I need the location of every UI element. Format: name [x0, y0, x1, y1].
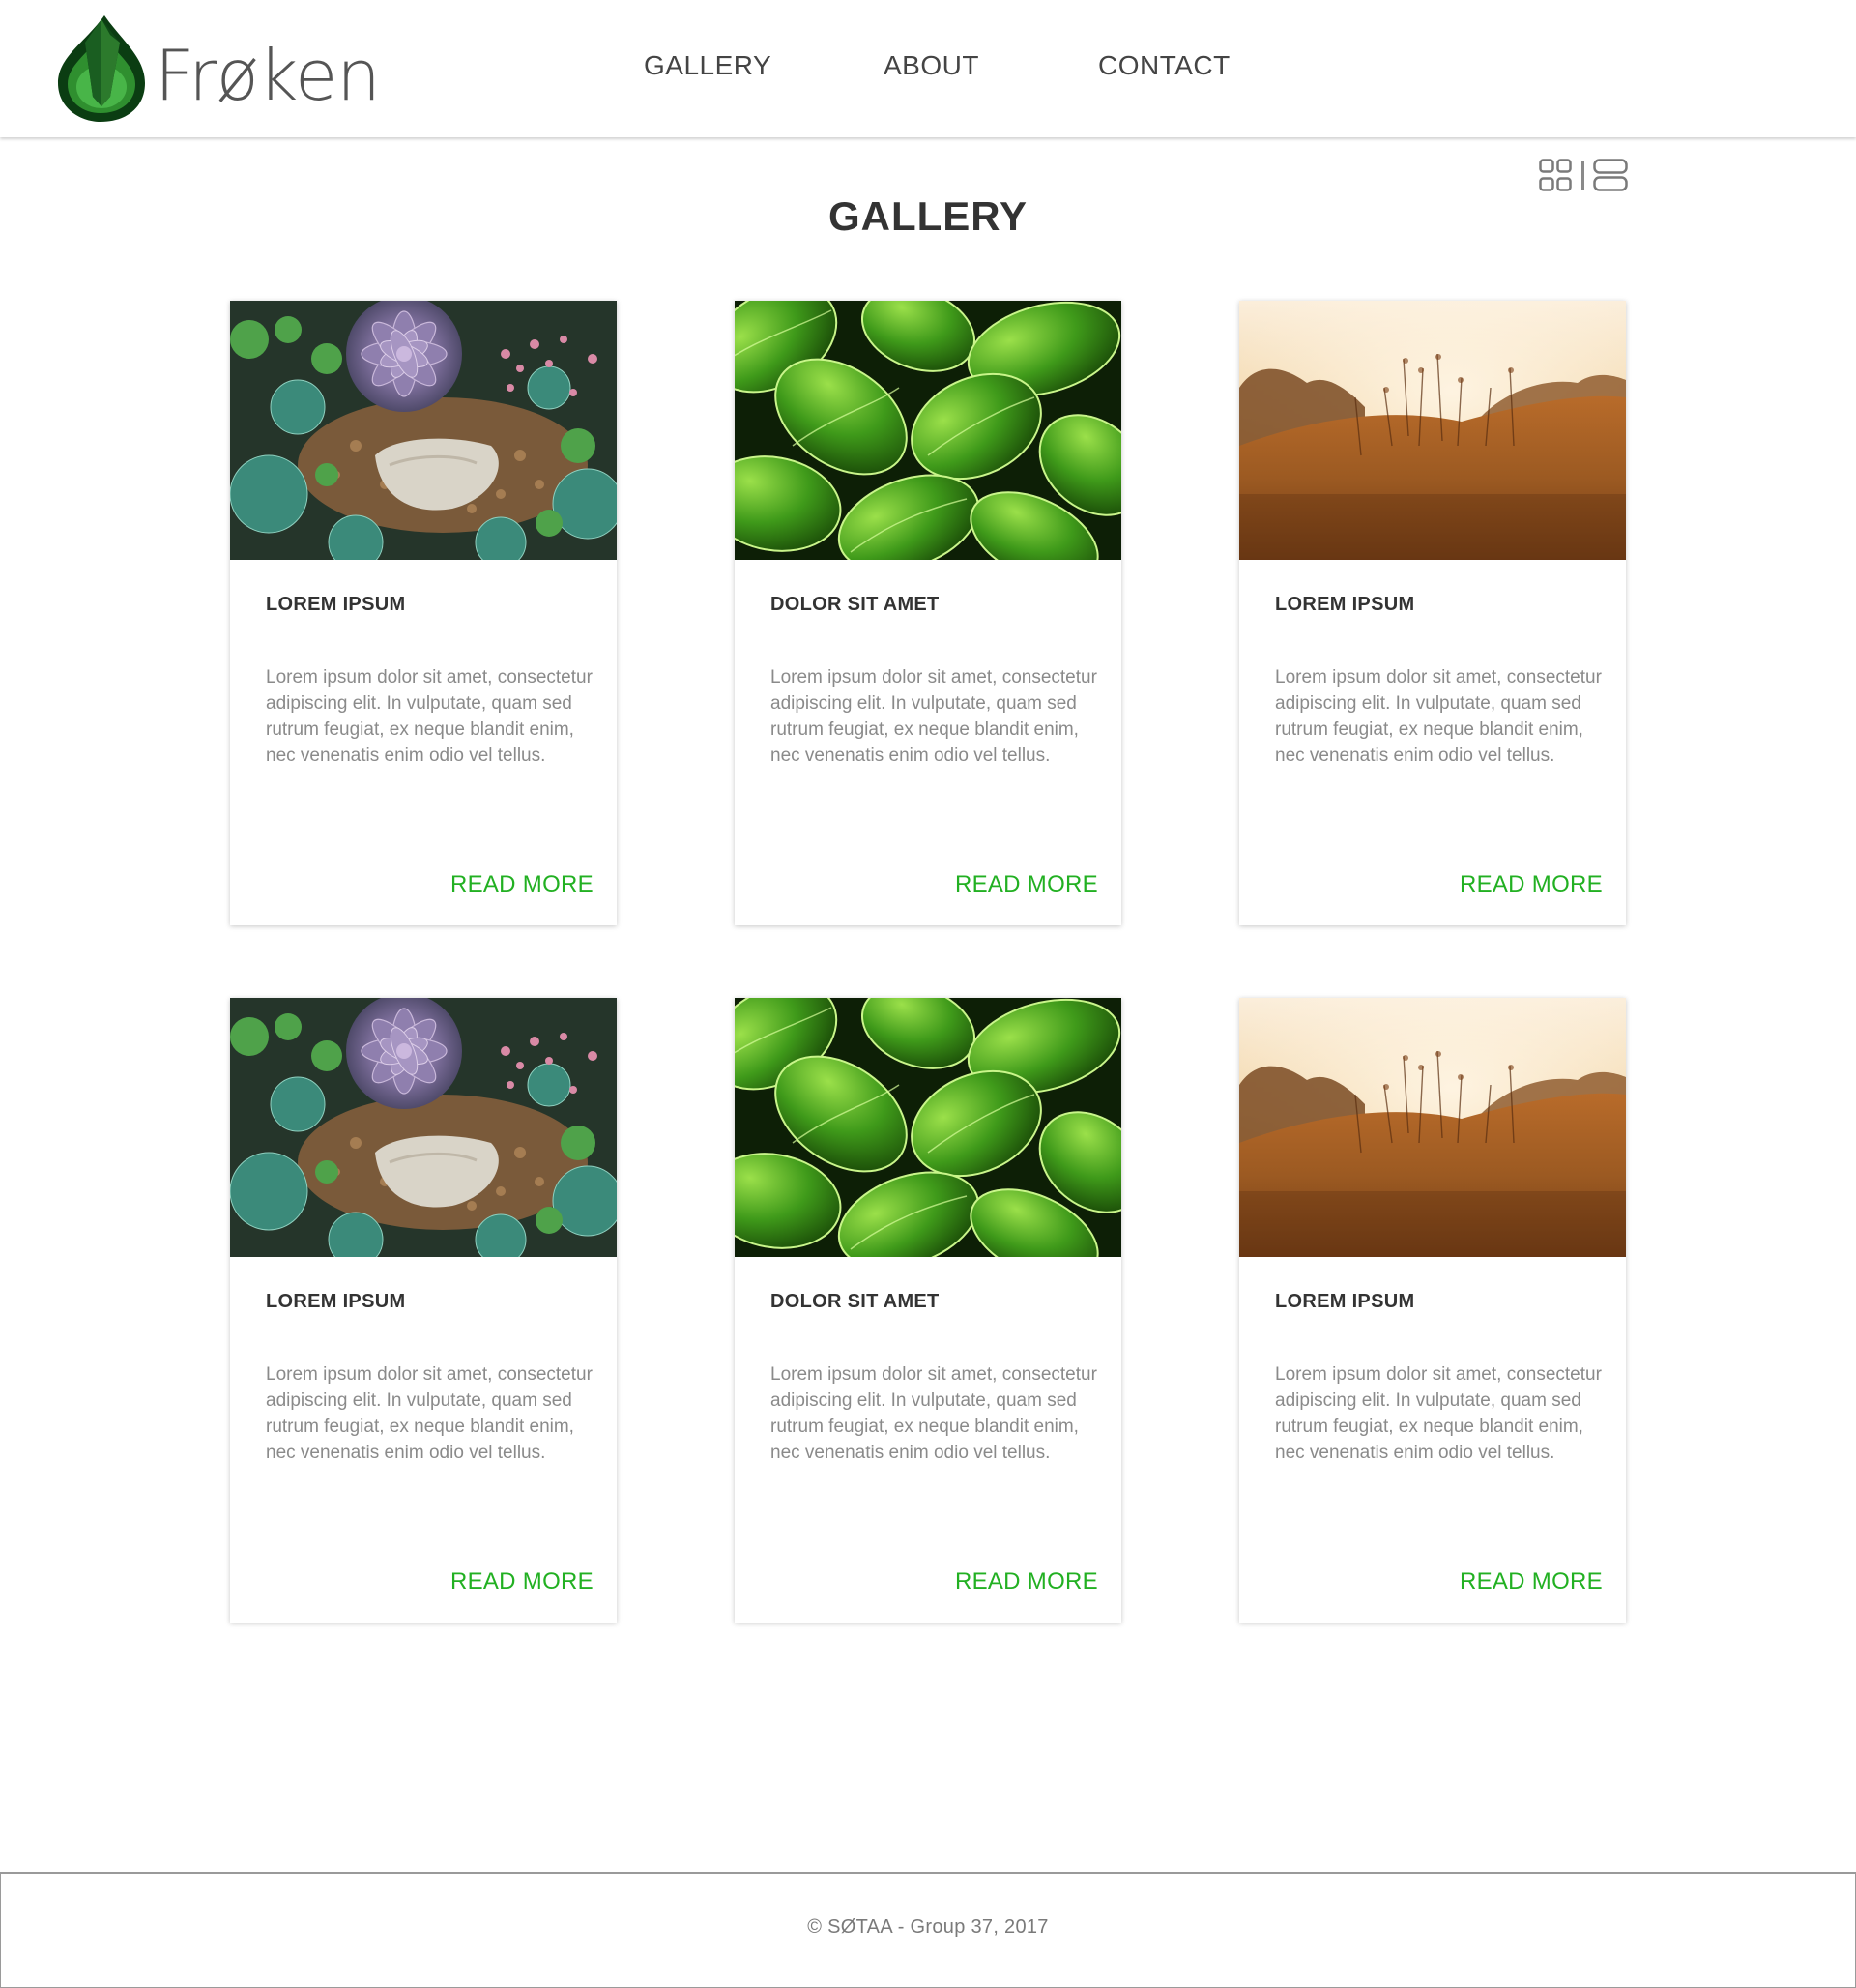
read-more-link[interactable]: READ MORE	[955, 1568, 1098, 1595]
gallery-card[interactable]: DOLOR SIT AMET Lorem ipsum dolor sit ame…	[735, 998, 1121, 1623]
read-more-link[interactable]: READ MORE	[1460, 1568, 1603, 1595]
card-text: Lorem ipsum dolor sit amet, consectetur …	[770, 1364, 1097, 1463]
card-title: LOREM IPSUM	[266, 594, 406, 615]
nav-gallery[interactable]: GALLERY	[644, 50, 771, 81]
footer-copyright: © SØTAA - Group 37, 2017	[807, 1916, 1049, 1938]
card-image-golden-field[interactable]	[1239, 998, 1626, 1257]
grid-view-icon[interactable]	[1539, 159, 1572, 191]
card-image-succulents[interactable]	[230, 998, 617, 1257]
read-more-link[interactable]: READ MORE	[1460, 871, 1603, 898]
brand-name[interactable]: Frøken	[155, 35, 381, 116]
gallery-card[interactable]: LOREM IPSUM Lorem ipsum dolor sit amet, …	[230, 998, 617, 1623]
card-title: LOREM IPSUM	[1275, 594, 1415, 615]
card-image-green-leaves[interactable]	[735, 301, 1121, 560]
card-image-golden-field[interactable]	[1239, 301, 1626, 560]
read-more-link[interactable]: READ MORE	[450, 871, 594, 898]
card-text: Lorem ipsum dolor sit amet, consectetur …	[770, 667, 1097, 766]
view-toggle	[1539, 159, 1628, 191]
card-text: Lorem ipsum dolor sit amet, consectetur …	[1275, 1364, 1602, 1463]
nav-about[interactable]: ABOUT	[884, 50, 979, 81]
site-header: Frøken GALLERY ABOUT CONTACT	[0, 0, 1856, 137]
card-title: LOREM IPSUM	[266, 1291, 406, 1312]
nav-contact[interactable]: CONTACT	[1098, 50, 1231, 81]
card-text: Lorem ipsum dolor sit amet, consectetur …	[1275, 667, 1602, 766]
card-title: LOREM IPSUM	[1275, 1291, 1415, 1312]
gallery-card[interactable]: LOREM IPSUM Lorem ipsum dolor sit amet, …	[1239, 998, 1626, 1623]
gallery-card[interactable]: LOREM IPSUM Lorem ipsum dolor sit amet, …	[230, 301, 617, 925]
read-more-link[interactable]: READ MORE	[450, 1568, 594, 1595]
card-image-green-leaves[interactable]	[735, 998, 1121, 1257]
card-image-succulents[interactable]	[230, 301, 617, 560]
card-title: DOLOR SIT AMET	[770, 594, 940, 615]
list-view-icon[interactable]	[1593, 159, 1628, 191]
gallery-card[interactable]: DOLOR SIT AMET Lorem ipsum dolor sit ame…	[735, 301, 1121, 925]
card-text: Lorem ipsum dolor sit amet, consectetur …	[266, 667, 593, 766]
page-title: GALLERY	[827, 193, 1029, 239]
gallery-card[interactable]: LOREM IPSUM Lorem ipsum dolor sit amet, …	[1239, 301, 1626, 925]
card-text: Lorem ipsum dolor sit amet, consectetur …	[266, 1364, 593, 1463]
card-title: DOLOR SIT AMET	[770, 1291, 940, 1312]
site-footer: © SØTAA - Group 37, 2017	[0, 1872, 1856, 1988]
read-more-link[interactable]: READ MORE	[955, 871, 1098, 898]
view-toggle-divider	[1581, 161, 1584, 190]
